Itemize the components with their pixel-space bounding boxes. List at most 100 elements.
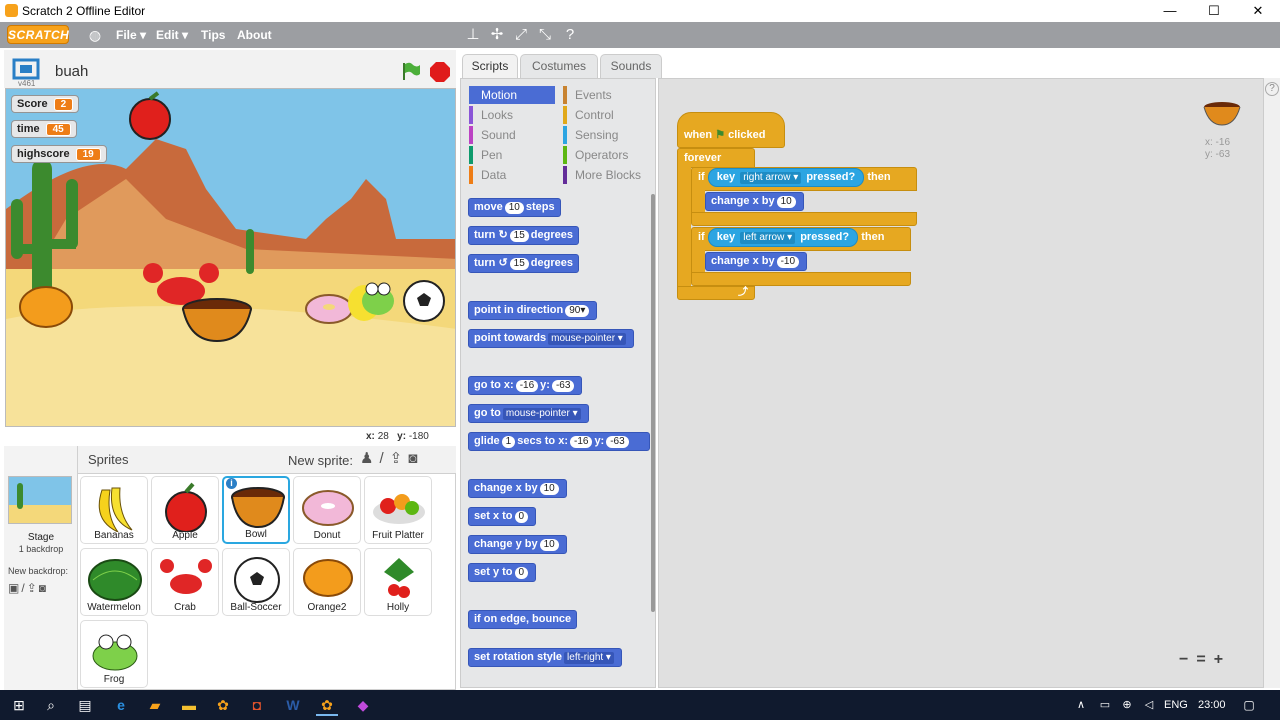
language-indicator[interactable]: ENG — [1164, 699, 1188, 711]
block-bounce[interactable]: if on edge, bounce — [468, 610, 578, 629]
if-left-arrow-block[interactable]: if key left arrow ▾ pressed? then — [691, 227, 911, 251]
notifications-icon[interactable]: ▢ — [1238, 694, 1260, 716]
stop-sign-icon[interactable] — [429, 61, 451, 83]
help-tips-icon[interactable]: ? — [1265, 82, 1279, 96]
help-icon[interactable]: ? — [561, 26, 579, 44]
sprite-tile-holly[interactable]: Holly — [364, 548, 432, 616]
project-name[interactable]: buah — [55, 63, 88, 80]
menu-edit[interactable]: Edit ▾ — [156, 28, 188, 42]
shrink-icon[interactable]: ⤡ — [536, 26, 554, 44]
tab-sounds[interactable]: Sounds — [600, 54, 662, 78]
search-icon[interactable]: ⌕ — [40, 694, 62, 716]
paint-sprite-icon[interactable]: / — [379, 450, 389, 467]
camera-icon[interactable]: ◙ — [39, 581, 48, 595]
duplicate-stamp-icon[interactable]: ⊥ — [464, 26, 482, 44]
tray-chevron-icon[interactable]: ∧ — [1070, 694, 1092, 716]
sprite-tile-donut[interactable]: Donut — [293, 476, 361, 544]
category-data[interactable]: Data — [469, 166, 555, 184]
sprite-tile-crab[interactable]: Crab — [151, 548, 219, 616]
sublime-icon[interactable]: ▰ — [144, 694, 166, 716]
block-change-y[interactable]: change y by 10 — [468, 535, 567, 554]
windows-start-icon[interactable]: ⊞ — [8, 694, 30, 716]
when-flag-clicked-block[interactable]: when ⚑ clicked — [677, 112, 785, 148]
palette-scrollbar[interactable] — [651, 194, 655, 612]
block-set-y[interactable]: set y to 0 — [468, 563, 537, 582]
block-move[interactable]: move 10 steps — [468, 198, 561, 217]
change-x-minus-block[interactable]: change x by -10 — [705, 252, 808, 271]
category-operators[interactable]: Operators — [563, 146, 649, 164]
sprite-library-icon[interactable]: ♟ — [360, 450, 379, 467]
menu-file[interactable]: File ▾ — [116, 28, 146, 42]
sprite-tile-frog[interactable]: Frog — [80, 620, 148, 688]
category-pen[interactable]: Pen — [469, 146, 555, 164]
image-icon[interactable]: ▣ — [8, 581, 21, 595]
tab-scripts[interactable]: Scripts — [462, 54, 518, 78]
orange-sprite[interactable] — [14, 279, 78, 331]
apple-sprite[interactable] — [122, 91, 178, 141]
delete-cut-icon[interactable]: ✢ — [488, 26, 506, 44]
category-events[interactable]: Events — [563, 86, 649, 104]
soccer-ball-sprite[interactable] — [402, 279, 446, 323]
volume-icon[interactable]: ◁ — [1138, 694, 1160, 716]
minimize-button[interactable]: — — [1148, 0, 1192, 22]
scratch-logo[interactable]: SCRATCH — [7, 25, 69, 44]
category-control[interactable]: Control — [563, 106, 649, 124]
category-sensing[interactable]: Sensing — [563, 126, 649, 144]
category-looks[interactable]: Looks — [469, 106, 555, 124]
sprite-tile-fruit-platter[interactable]: Fruit Platter — [364, 476, 432, 544]
category-more-blocks[interactable]: More Blocks — [563, 166, 649, 184]
zoom-in-icon[interactable]: + — [1214, 651, 1231, 668]
zoom-reset-icon[interactable]: = — [1196, 651, 1213, 668]
zoom-out-icon[interactable]: − — [1179, 651, 1196, 668]
stage-thumbnail[interactable] — [8, 476, 72, 524]
block-go-to-xy[interactable]: go to x: -16 y: -63 — [468, 376, 583, 395]
stage-canvas[interactable]: Score 2 time 45 highscore 19 — [5, 88, 456, 427]
if-right-arrow-block[interactable]: if key right arrow ▾ pressed? then — [691, 167, 917, 191]
block-turn-right[interactable]: turn ↻ 15 degrees — [468, 226, 579, 245]
block-point-in-direction[interactable]: point in direction 90▾ — [468, 301, 598, 320]
battery-icon[interactable]: ▭ — [1094, 694, 1116, 716]
app-icon[interactable]: ◘ — [246, 694, 268, 716]
sprite-tile-bowl[interactable]: Bowl i — [222, 476, 290, 544]
block-go-to[interactable]: go to mouse-pointer ▾ — [468, 404, 589, 423]
block-glide[interactable]: glide 1 secs to x: -16 y: -63 — [468, 432, 650, 451]
scratch-active-icon[interactable]: ✿ — [316, 694, 338, 716]
file-explorer-icon[interactable]: ▬ — [178, 694, 200, 716]
grow-icon[interactable]: ⤢ — [512, 26, 530, 44]
menu-tips[interactable]: Tips — [201, 28, 225, 42]
forever-block[interactable]: forever — [677, 148, 755, 168]
camera-sprite-icon[interactable]: ◙ — [408, 450, 423, 467]
clock[interactable]: 23:00 — [1198, 699, 1226, 711]
menu-about[interactable]: About — [237, 28, 272, 42]
block-set-x[interactable]: set x to 0 — [468, 507, 537, 526]
bowl-sprite[interactable] — [180, 297, 254, 345]
block-turn-left[interactable]: turn ↺ 15 degrees — [468, 254, 579, 273]
sprite-tile-bananas[interactable]: Bananas — [80, 476, 148, 544]
fullscreen-icon[interactable] — [12, 58, 40, 80]
upload-icon[interactable]: ⇪ — [27, 581, 39, 595]
change-x-plus-block[interactable]: change x by 10 — [705, 192, 804, 211]
sprite-tile-ball-soccer[interactable]: Ball-Soccer — [222, 548, 290, 616]
green-flag-icon[interactable] — [399, 60, 421, 82]
category-motion[interactable]: Motion — [469, 86, 555, 104]
close-button[interactable]: ✕ — [1236, 0, 1280, 22]
block-rotation-style[interactable]: set rotation style left-right ▾ — [468, 648, 622, 667]
task-view-icon[interactable]: ▤ — [74, 694, 96, 716]
word-icon[interactable]: W — [282, 694, 304, 716]
sprite-tile-apple[interactable]: Apple — [151, 476, 219, 544]
block-point-towards[interactable]: point towards mouse-pointer ▾ — [468, 329, 634, 348]
sprite-tile-watermelon[interactable]: Watermelon — [80, 548, 148, 616]
frog-sprite[interactable] — [344, 275, 404, 325]
category-sound[interactable]: Sound — [469, 126, 555, 144]
maps-icon[interactable]: ◆ — [352, 694, 374, 716]
sprite-info-icon[interactable]: i — [226, 478, 237, 489]
block-change-x[interactable]: change x by 10 — [468, 479, 567, 498]
maximize-button[interactable]: ☐ — [1192, 0, 1236, 22]
sprite-tile-orange2[interactable]: Orange2 — [293, 548, 361, 616]
globe-icon[interactable]: ◍ — [86, 26, 104, 44]
network-icon[interactable]: ⊕ — [1116, 694, 1138, 716]
edge-icon[interactable]: e — [110, 694, 132, 716]
tab-costumes[interactable]: Costumes — [520, 54, 598, 78]
upload-sprite-icon[interactable]: ⇪ — [390, 450, 409, 467]
scratch-taskbar-icon[interactable]: ✿ — [212, 694, 234, 716]
